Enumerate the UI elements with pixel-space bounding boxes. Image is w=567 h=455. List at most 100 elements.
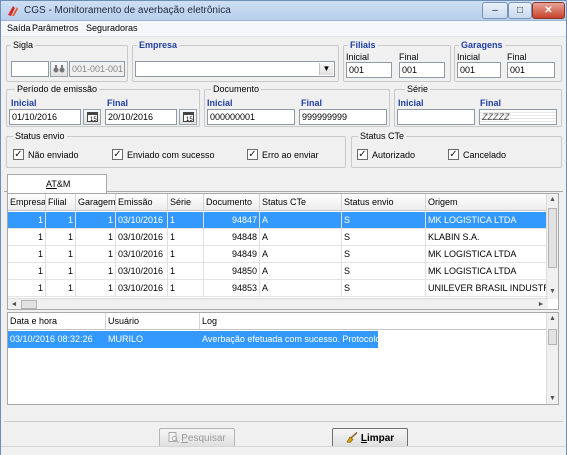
garagens-inicial-input[interactable]: 001 bbox=[457, 62, 501, 78]
pesquisar-label: esquisar bbox=[187, 433, 226, 444]
column-header-status-envio[interactable]: Status envio bbox=[342, 194, 426, 211]
cell-data: 03/10/2016 08:32:26 bbox=[8, 331, 106, 348]
close-button[interactable]: ✕ bbox=[532, 2, 565, 19]
periodo-final-input[interactable]: 20/10/2016 bbox=[105, 109, 177, 125]
column-header-garagem[interactable]: Garagem bbox=[76, 194, 116, 211]
documents-grid-header: Empresa Filial Garagem Emissão Série Doc… bbox=[8, 194, 548, 211]
scroll-down-icon[interactable]: ▼ bbox=[547, 286, 558, 298]
checkbox-erro-ao-enviar-label: Erro ao enviar bbox=[262, 149, 319, 160]
menu-bar: Saída Parâmetros Seguradoras bbox=[1, 21, 566, 37]
checkbox-nao-enviado[interactable]: ✓ Não enviado bbox=[13, 149, 79, 160]
cell-empresa: 1 bbox=[8, 212, 46, 229]
checkbox-erro-ao-enviar[interactable]: ✓ Erro ao enviar bbox=[247, 149, 319, 160]
scroll-up-icon[interactable]: ▲ bbox=[547, 313, 558, 325]
cell-garagem: 1 bbox=[76, 263, 116, 280]
checkbox-enviado-com-sucesso[interactable]: ✓ Enviado com sucesso bbox=[112, 149, 215, 160]
column-header-filial[interactable]: Filial bbox=[46, 194, 76, 211]
tab-atm-label: &M bbox=[56, 179, 71, 189]
minimize-button[interactable]: – bbox=[482, 2, 508, 19]
garagens-final-label: Final bbox=[507, 52, 527, 62]
documento-inicial-input[interactable]: 000000001 bbox=[207, 109, 295, 125]
checkbox-nao-enviado-label: Não enviado bbox=[28, 149, 79, 160]
chevron-down-icon[interactable]: ▼ bbox=[319, 63, 333, 75]
filiais-inicial-input[interactable]: 001 bbox=[346, 62, 392, 78]
svg-text:15: 15 bbox=[90, 117, 97, 122]
menu-item-seguradoras[interactable]: Seguradoras bbox=[86, 23, 138, 33]
garagens-final-input[interactable]: 001 bbox=[507, 62, 555, 78]
column-header-documento[interactable]: Documento bbox=[204, 194, 260, 211]
table-row[interactable]: 1 1 1 03/10/2016 1 94848 A S KLABIN S.A. bbox=[8, 229, 548, 246]
column-header-origem[interactable]: Origem bbox=[426, 194, 548, 211]
svg-text:15: 15 bbox=[186, 117, 193, 122]
binoculars-search-button[interactable] bbox=[50, 61, 68, 77]
cell-origem: MK LOGISTICA LTDA bbox=[426, 246, 548, 263]
serie-inicial-input[interactable] bbox=[397, 109, 475, 125]
log-vertical-scrollbar[interactable]: ▲ ▼ bbox=[546, 313, 558, 404]
cell-log: Averbação efetuada com sucesso. Protocol… bbox=[200, 331, 378, 348]
column-header-log[interactable]: Log bbox=[200, 313, 548, 330]
column-header-serie[interactable]: Série bbox=[168, 194, 204, 211]
footer-separator bbox=[4, 421, 563, 422]
scroll-thumb[interactable] bbox=[21, 300, 37, 309]
status-envio-group: Status envio ✓ Não enviado ✓ Enviado com… bbox=[6, 131, 346, 168]
cell-emissao: 03/10/2016 bbox=[116, 280, 168, 297]
log-row[interactable]: 03/10/2016 08:32:26 MURILO Averbação efetu… bbox=[8, 331, 548, 348]
sigla-label: Sigla bbox=[11, 40, 36, 50]
column-header-data-hora[interactable]: Data e hora bbox=[8, 313, 106, 330]
table-row[interactable]: 1 1 1 03/10/2016 1 94847 A S MK LOGISTICA LTDA bbox=[8, 212, 548, 229]
cell-documento: 94853 bbox=[204, 280, 260, 297]
serie-final-input[interactable]: ZZZZZ bbox=[479, 109, 557, 125]
broom-icon bbox=[346, 431, 358, 443]
scroll-right-icon[interactable]: ► bbox=[535, 299, 547, 309]
scroll-left-icon[interactable]: ◄ bbox=[8, 299, 20, 309]
sigla-code-field: 001-001-001 bbox=[69, 61, 125, 77]
checkbox-cancelado[interactable]: ✓ Cancelado bbox=[448, 149, 506, 160]
scroll-down-icon[interactable]: ▼ bbox=[547, 393, 558, 404]
periodo-inicial-input[interactable]: 01/10/2016 bbox=[9, 109, 81, 125]
garagens-label: Garagens bbox=[459, 40, 505, 50]
check-icon: ✓ bbox=[112, 149, 123, 160]
checkbox-cancelado-label: Cancelado bbox=[463, 149, 507, 160]
garagens-inicial-label: Inicial bbox=[457, 52, 481, 62]
cell-filial: 1 bbox=[46, 280, 76, 297]
column-header-emissao[interactable]: Emissão bbox=[116, 194, 168, 211]
scroll-up-icon[interactable]: ▲ bbox=[547, 194, 558, 206]
cell-filial: 1 bbox=[46, 246, 76, 263]
tab-atm[interactable]: AT&M bbox=[7, 174, 107, 193]
cell-filial: 1 bbox=[46, 263, 76, 280]
documents-vertical-scrollbar[interactable]: ▲ ▼ bbox=[546, 194, 558, 299]
checkbox-autorizado[interactable]: ✓ Autorizado bbox=[357, 149, 415, 160]
periodo-inicial-calendar-button[interactable]: 15 bbox=[83, 109, 101, 125]
maximize-button[interactable]: □ bbox=[508, 2, 532, 19]
table-row[interactable]: 1 1 1 03/10/2016 1 94853 A S UNILEVER BRASIL IND… bbox=[8, 280, 548, 297]
table-row[interactable]: 1 1 1 03/10/2016 1 94850 A S MK LOGISTICA LTDA bbox=[8, 263, 548, 280]
sigla-input[interactable] bbox=[11, 61, 49, 77]
periodo-final-calendar-button[interactable]: 15 bbox=[179, 109, 197, 125]
cell-garagem: 1 bbox=[76, 229, 116, 246]
cell-emissao: 03/10/2016 bbox=[116, 263, 168, 280]
status-cte-label: Status CTe bbox=[358, 131, 407, 141]
scroll-thumb[interactable] bbox=[548, 329, 557, 345]
cell-origem: UNILEVER BRASIL INDUSTRIAL bbox=[426, 280, 548, 297]
column-header-usuario[interactable]: Usuário bbox=[106, 313, 200, 330]
status-cte-group: Status CTe ✓ Autorizado ✓ Cancelado bbox=[351, 131, 562, 168]
menu-item-saida[interactable]: Saída bbox=[7, 23, 31, 33]
check-icon: ✓ bbox=[448, 149, 459, 160]
filiais-final-input[interactable]: 001 bbox=[399, 62, 445, 78]
scroll-thumb[interactable] bbox=[548, 208, 557, 268]
documents-horizontal-scrollbar[interactable]: ◄ ► bbox=[8, 298, 548, 309]
documento-final-input[interactable]: 999999999 bbox=[299, 109, 387, 125]
cell-status-envio: S bbox=[342, 263, 426, 280]
empresa-select[interactable]: ▼ bbox=[135, 61, 335, 77]
search-document-icon bbox=[168, 432, 180, 443]
garagens-group: Garagens Inicial Final 001 001 bbox=[454, 40, 562, 82]
menu-item-parametros[interactable]: Parâmetros bbox=[32, 23, 79, 33]
tab-strip: AT&M bbox=[4, 172, 563, 193]
cell-status-cte: A bbox=[260, 280, 342, 297]
column-header-status-cte[interactable]: Status CTe bbox=[260, 194, 342, 211]
column-header-empresa[interactable]: Empresa bbox=[8, 194, 46, 211]
serie-label: Série bbox=[405, 84, 431, 94]
cell-status-envio: S bbox=[342, 212, 426, 229]
table-row[interactable]: 1 1 1 03/10/2016 1 94849 A S MK LOGISTICA LTDA bbox=[8, 246, 548, 263]
cell-filial: 1 bbox=[46, 229, 76, 246]
